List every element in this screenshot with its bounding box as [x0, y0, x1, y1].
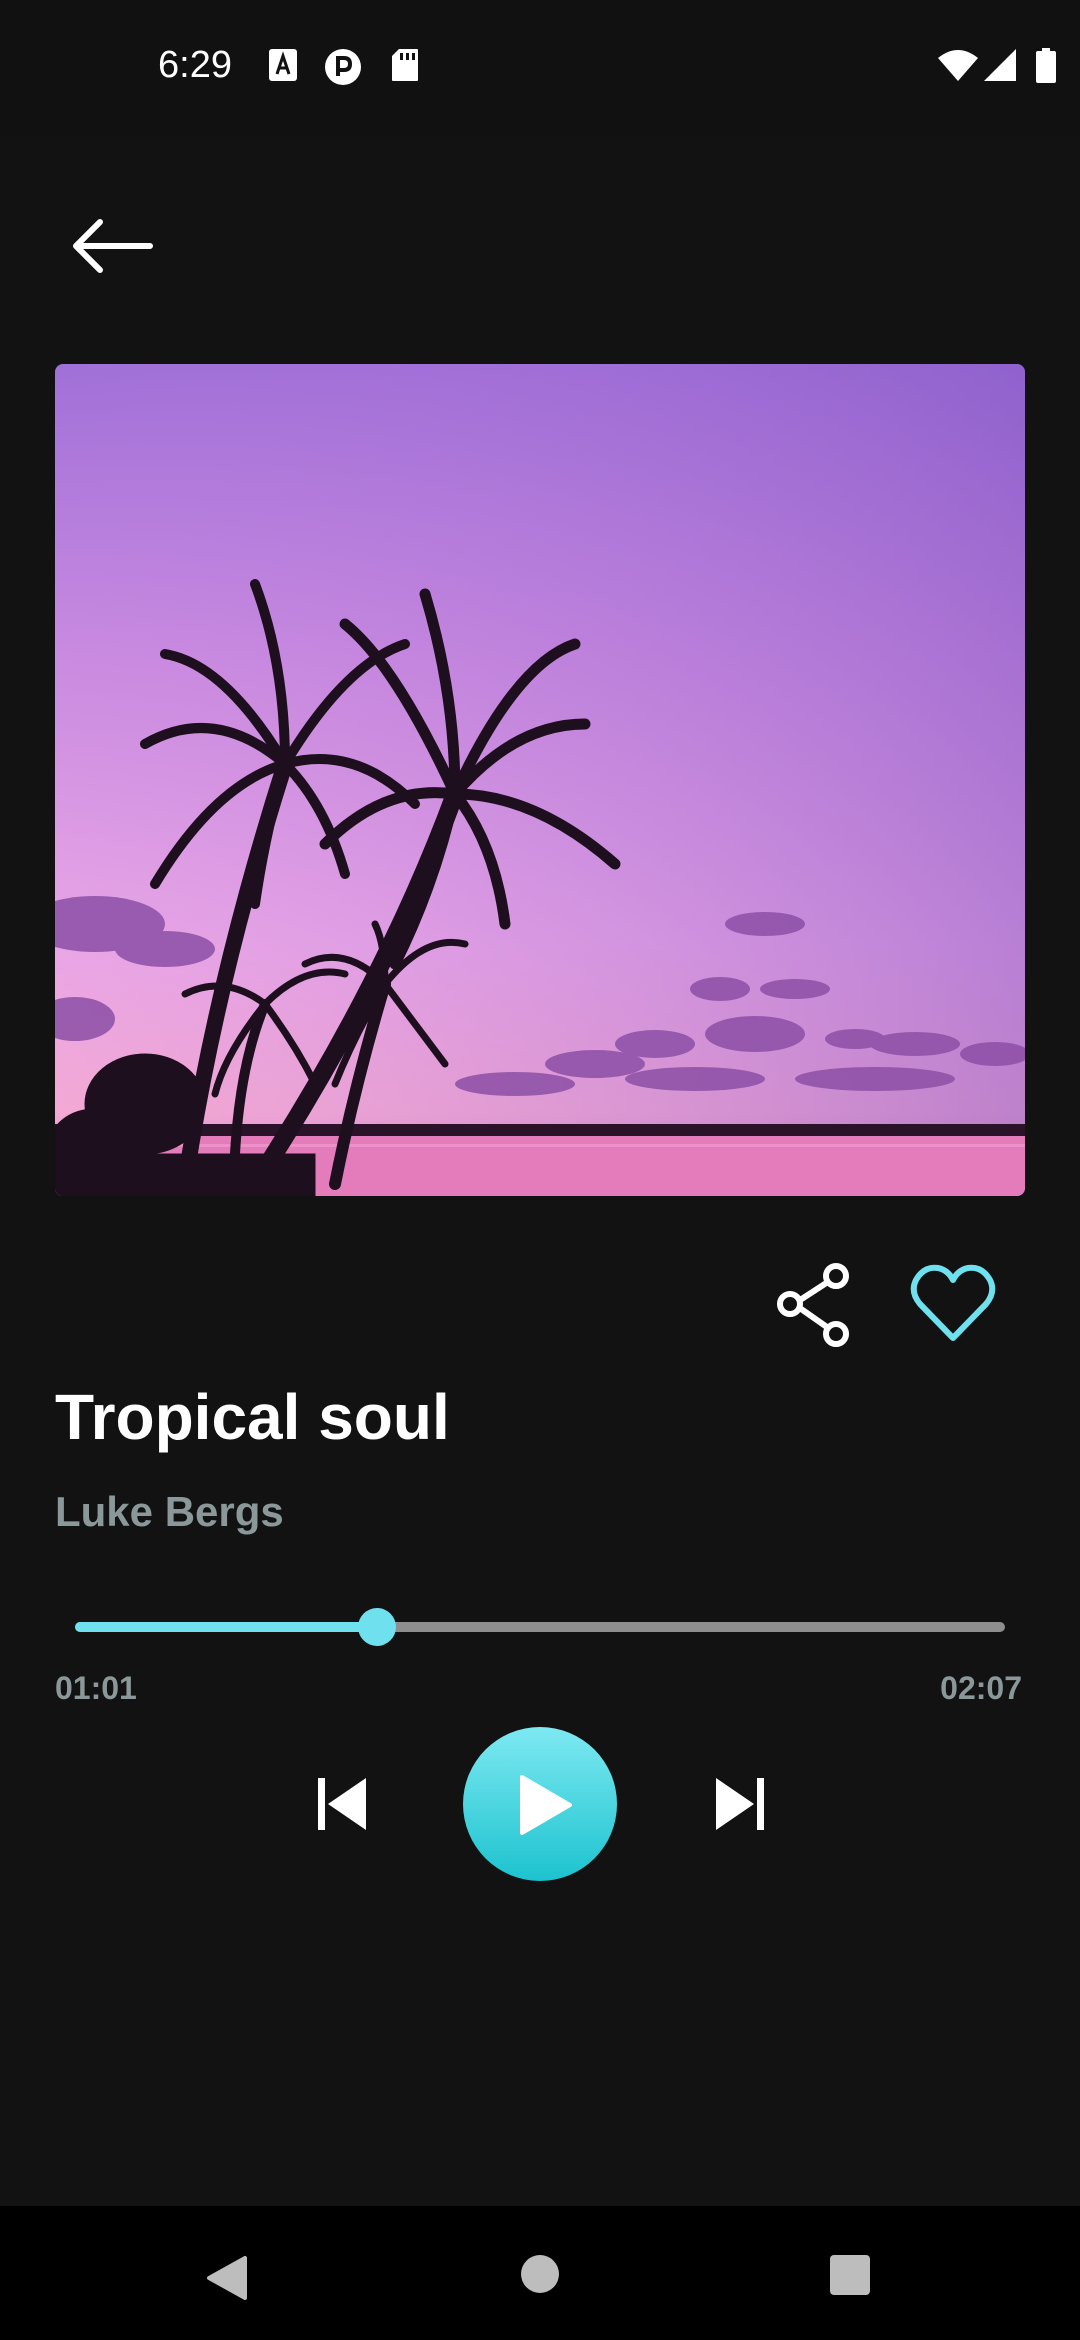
wifi-icon — [936, 48, 980, 87]
nav-recents-button[interactable] — [829, 2254, 871, 2301]
status-bar: 6:29 — [0, 0, 1080, 136]
nav-recents-icon — [830, 2255, 870, 2295]
seek-bar-progress — [75, 1622, 378, 1632]
battery-icon — [1035, 48, 1057, 89]
previous-button[interactable] — [310, 1772, 374, 1836]
next-button[interactable] — [708, 1772, 772, 1836]
nav-back-icon — [207, 2256, 247, 2300]
system-nav-bar — [0, 2206, 1080, 2340]
track-title: Tropical soul — [55, 1381, 450, 1453]
share-icon — [777, 1263, 849, 1347]
nav-home-button[interactable] — [520, 2254, 560, 2299]
accessibility-icon — [268, 48, 298, 87]
signal-icon — [982, 48, 1018, 87]
status-time: 6:29 — [158, 44, 232, 86]
sd-card-icon — [391, 48, 419, 87]
play-icon — [520, 1775, 572, 1835]
seek-bar[interactable] — [75, 1608, 1005, 1646]
notification-p-icon — [324, 48, 362, 91]
skip-previous-icon — [318, 1778, 366, 1830]
nav-back-button[interactable] — [205, 2254, 249, 2307]
nav-home-icon — [521, 2255, 559, 2293]
track-artist: Luke Bergs — [55, 1488, 284, 1535]
seek-bar-thumb[interactable] — [358, 1608, 397, 1646]
album-artwork — [55, 364, 1025, 1196]
back-button[interactable] — [70, 216, 170, 296]
play-button[interactable] — [463, 1727, 617, 1881]
elapsed-time: 01:01 — [55, 1670, 137, 1706]
skip-next-icon — [716, 1778, 764, 1830]
back-arrow-icon — [73, 219, 153, 273]
like-button[interactable] — [910, 1264, 996, 1344]
total-duration: 02:07 — [940, 1670, 1022, 1706]
heart-icon — [910, 1264, 996, 1341]
share-button[interactable] — [772, 1262, 858, 1348]
